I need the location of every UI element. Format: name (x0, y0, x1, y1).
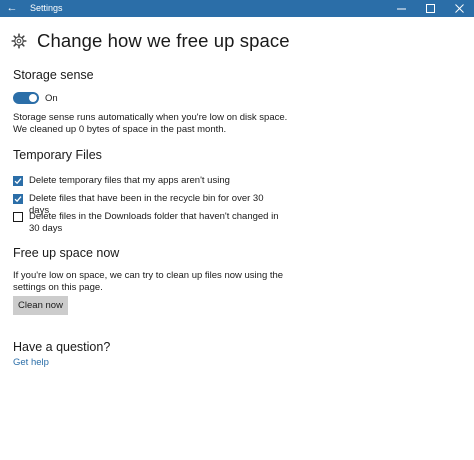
page-title: Change how we free up space (37, 30, 290, 51)
back-button[interactable]: ← (0, 0, 24, 17)
toggle-state-label: On (45, 93, 58, 104)
option-delete-downloads[interactable]: Delete files in the Downloads folder tha… (13, 211, 279, 235)
clean-now-button[interactable]: Clean now (13, 296, 68, 315)
free-up-description-line1: If you're low on space, we can try to cl… (13, 270, 284, 281)
storage-sense-heading: Storage sense (13, 68, 94, 82)
option-delete-temp-files[interactable]: Delete temporary files that my apps aren… (13, 175, 279, 187)
storage-sense-description-line1: Storage sense runs automatically when yo… (13, 112, 288, 123)
option-label: Delete temporary files that my apps aren… (29, 175, 230, 186)
checkbox-checked[interactable] (13, 194, 23, 204)
toggle-knob (29, 94, 37, 102)
gear-icon (11, 33, 27, 49)
page-header: Change how we free up space (11, 30, 290, 52)
maximize-button[interactable] (416, 0, 445, 17)
window-controls (387, 0, 474, 17)
back-arrow-icon: ← (6, 2, 18, 14)
get-help-link[interactable]: Get help (13, 357, 49, 368)
minimize-button[interactable] (387, 0, 416, 17)
storage-sense-description-line2: We cleaned up 0 bytes of space in the pa… (13, 124, 227, 135)
option-label: Delete files in the Downloads folder tha… (29, 211, 279, 234)
free-up-description-line2: settings on this page. (13, 282, 103, 293)
window-title: Settings (30, 3, 63, 13)
checkbox-unchecked[interactable] (13, 212, 23, 222)
close-icon (455, 4, 464, 13)
temporary-files-heading: Temporary Files (13, 148, 102, 162)
title-bar: ← Settings (0, 0, 474, 17)
maximize-icon (426, 4, 435, 13)
question-heading: Have a question? (13, 340, 111, 354)
close-button[interactable] (445, 0, 474, 17)
checkbox-checked[interactable] (13, 176, 23, 186)
minimize-icon (397, 8, 406, 10)
checkmark-icon (14, 178, 22, 185)
storage-sense-toggle[interactable] (13, 92, 39, 104)
checkmark-icon (14, 196, 22, 203)
free-up-space-heading: Free up space now (13, 246, 120, 260)
